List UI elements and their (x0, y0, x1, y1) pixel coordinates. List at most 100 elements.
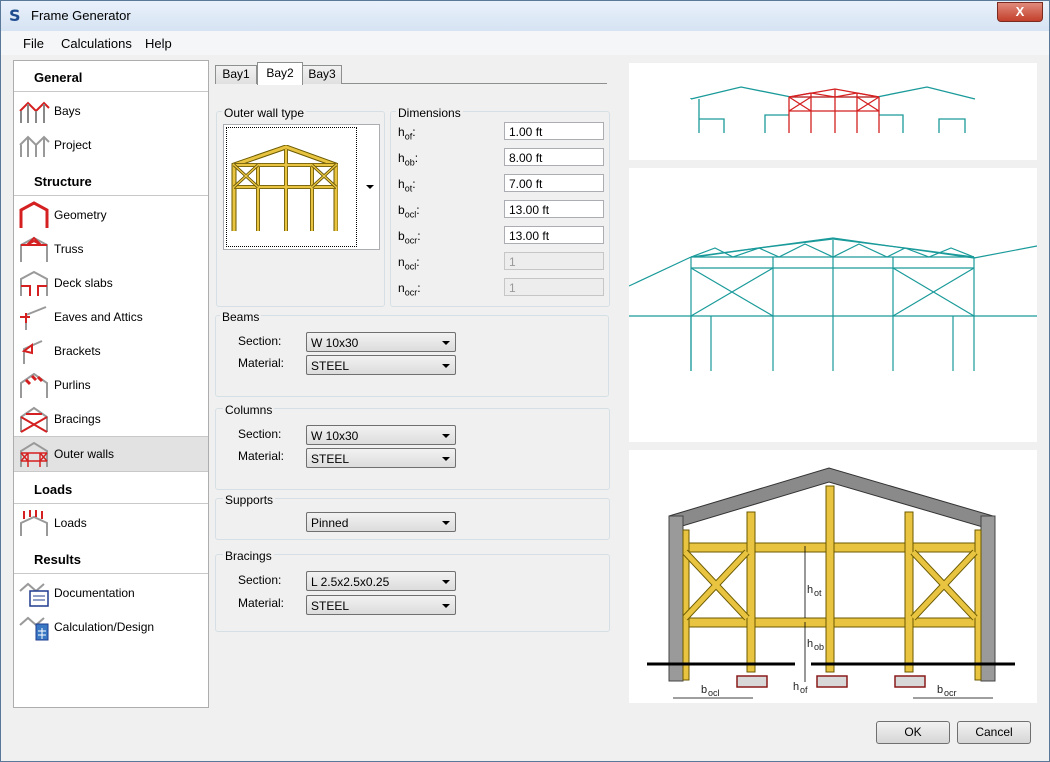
outer-wall-elevation: h ot h ob h of b ocl b ocr (629, 450, 1037, 703)
nav-header-general: General (14, 61, 208, 92)
bracings-icon (20, 406, 48, 433)
dim-field-hot[interactable]: 7.00 ft (504, 174, 604, 192)
dim-label-bocr: ocr (944, 688, 957, 698)
dim-label-hof: hof: (398, 125, 416, 142)
outer-wall-elevation-drawing: h ot h ob h of b ocl b ocr (647, 467, 1015, 699)
columns-material-select[interactable]: STEEL (306, 448, 456, 468)
nav-item-truss[interactable]: Truss (14, 232, 208, 266)
overview-drawing (690, 86, 976, 133)
ok-button[interactable]: OK (876, 721, 950, 744)
loads-icon (20, 510, 48, 536)
nav-header-loads: Loads (14, 473, 208, 504)
beams-material-label: Material: (238, 356, 285, 370)
menu-file[interactable]: File (23, 36, 44, 51)
frame-3d-drawing (628, 237, 1038, 371)
svg-text:b: b (937, 684, 943, 696)
nav-item-purlins[interactable]: Purlins (14, 368, 208, 402)
dim-label-hob: ob (814, 642, 824, 652)
project-icon (19, 135, 50, 157)
nav-item-calculation-design[interactable]: Calculation/Design (14, 610, 208, 644)
supports-title: Supports (223, 493, 276, 507)
nav-item-brackets[interactable]: Brackets (14, 334, 208, 368)
outer-wall-type-title: Outer wall type (222, 106, 307, 120)
menu-bar: File Calculations Help (1, 31, 1049, 55)
bracings-material-label: Material: (238, 596, 285, 610)
close-button[interactable]: X (997, 2, 1043, 22)
truss-icon (20, 236, 48, 262)
menu-help[interactable]: Help (145, 36, 172, 51)
outer-walls-icon (20, 441, 48, 467)
navigation-panel: General Bays Project Structure Geometry … (13, 60, 209, 708)
purlins-icon (20, 372, 48, 398)
bracings-section-label: Section: (238, 573, 282, 587)
nav-header-results: Results (14, 543, 208, 574)
geometry-icon (19, 201, 49, 228)
dim-label-nocr: nocr: (398, 281, 421, 298)
nav-item-eaves-attics[interactable]: Eaves and Attics (14, 300, 208, 334)
bays-icon (19, 101, 50, 123)
frame-3d-preview (628, 168, 1038, 442)
dim-field-bocl[interactable]: 13.00 ft (504, 200, 604, 218)
nav-item-bays[interactable]: Bays (14, 94, 208, 128)
dim-label-bocl: bocl: (398, 203, 420, 220)
beams-material-select[interactable]: STEEL (306, 355, 456, 375)
window-title: Frame Generator (31, 8, 131, 23)
brackets-icon (21, 340, 43, 364)
nav-item-bracings[interactable]: Bracings (14, 402, 208, 436)
bracings-section-select[interactable]: L 2.5x2.5x0.25 (306, 571, 456, 591)
dim-field-nocr: 1 (504, 278, 604, 296)
overview-preview (629, 63, 1037, 160)
bracings-title: Bracings (223, 549, 274, 563)
beams-title: Beams (220, 310, 262, 324)
dimensions-title: Dimensions (396, 106, 463, 120)
columns-section-select[interactable]: W 10x30 (306, 425, 456, 445)
columns-title: Columns (223, 403, 275, 417)
dim-field-nocl: 1 (504, 252, 604, 270)
beams-section-label: Section: (238, 334, 282, 348)
dim-field-bocr[interactable]: 13.00 ft (504, 226, 604, 244)
tab-bay3[interactable]: Bay3 (302, 65, 342, 84)
eaves-attics-icon (20, 306, 47, 330)
deck-slabs-icon (20, 270, 48, 296)
frame-generator-window: S Frame Generator X File Calculations He… (0, 0, 1050, 762)
dim-label-hof: of (800, 685, 808, 695)
outer-wall-type-selector[interactable] (223, 124, 380, 250)
nav-item-loads[interactable]: Loads (14, 506, 208, 540)
columns-material-label: Material: (238, 449, 285, 463)
svg-text:b: b (701, 684, 707, 696)
svg-text:h: h (793, 681, 799, 693)
dim-field-hob[interactable]: 8.00 ft (504, 148, 604, 166)
app-icon: S (9, 6, 21, 25)
dim-label-nocl: nocl: (398, 255, 420, 272)
outer-wall-preview-icon (231, 145, 338, 231)
dim-field-hof[interactable]: 1.00 ft (504, 122, 604, 140)
nav-item-deck-slabs[interactable]: Deck slabs (14, 266, 208, 300)
dim-label-hot: ot (814, 588, 822, 598)
tab-bay1[interactable]: Bay1 (215, 65, 257, 84)
dim-label-bocr: bocr: (398, 229, 421, 246)
dim-label-bocl: ocl (708, 688, 720, 698)
calculator-icon (19, 616, 49, 641)
tab-bay2[interactable]: Bay2 (257, 62, 303, 85)
dim-label-hob: hob: (398, 151, 419, 168)
title-bar: S Frame Generator X (1, 1, 1049, 31)
documentation-icon (19, 582, 49, 607)
svg-text:h: h (807, 638, 813, 650)
menu-calculations[interactable]: Calculations (61, 36, 132, 51)
bay-tabs: Bay1 Bay2 Bay3 (215, 62, 607, 85)
nav-item-project[interactable]: Project (14, 128, 208, 162)
outer-wall-type-group: Outer wall type (216, 106, 385, 307)
beams-section-select[interactable]: W 10x30 (306, 332, 456, 352)
dim-label-hot: hot: (398, 177, 416, 194)
supports-select[interactable]: Pinned (306, 512, 456, 532)
dropdown-arrow-icon (366, 185, 374, 189)
bracings-group: Bracings (215, 549, 610, 632)
bracings-material-select[interactable]: STEEL (306, 595, 456, 615)
nav-item-documentation[interactable]: Documentation (14, 576, 208, 610)
nav-item-outer-walls[interactable]: Outer walls (14, 436, 208, 472)
nav-header-structure: Structure (14, 165, 208, 196)
cancel-button[interactable]: Cancel (957, 721, 1031, 744)
nav-item-geometry[interactable]: Geometry (14, 198, 208, 232)
svg-text:h: h (807, 584, 813, 596)
columns-section-label: Section: (238, 427, 282, 441)
